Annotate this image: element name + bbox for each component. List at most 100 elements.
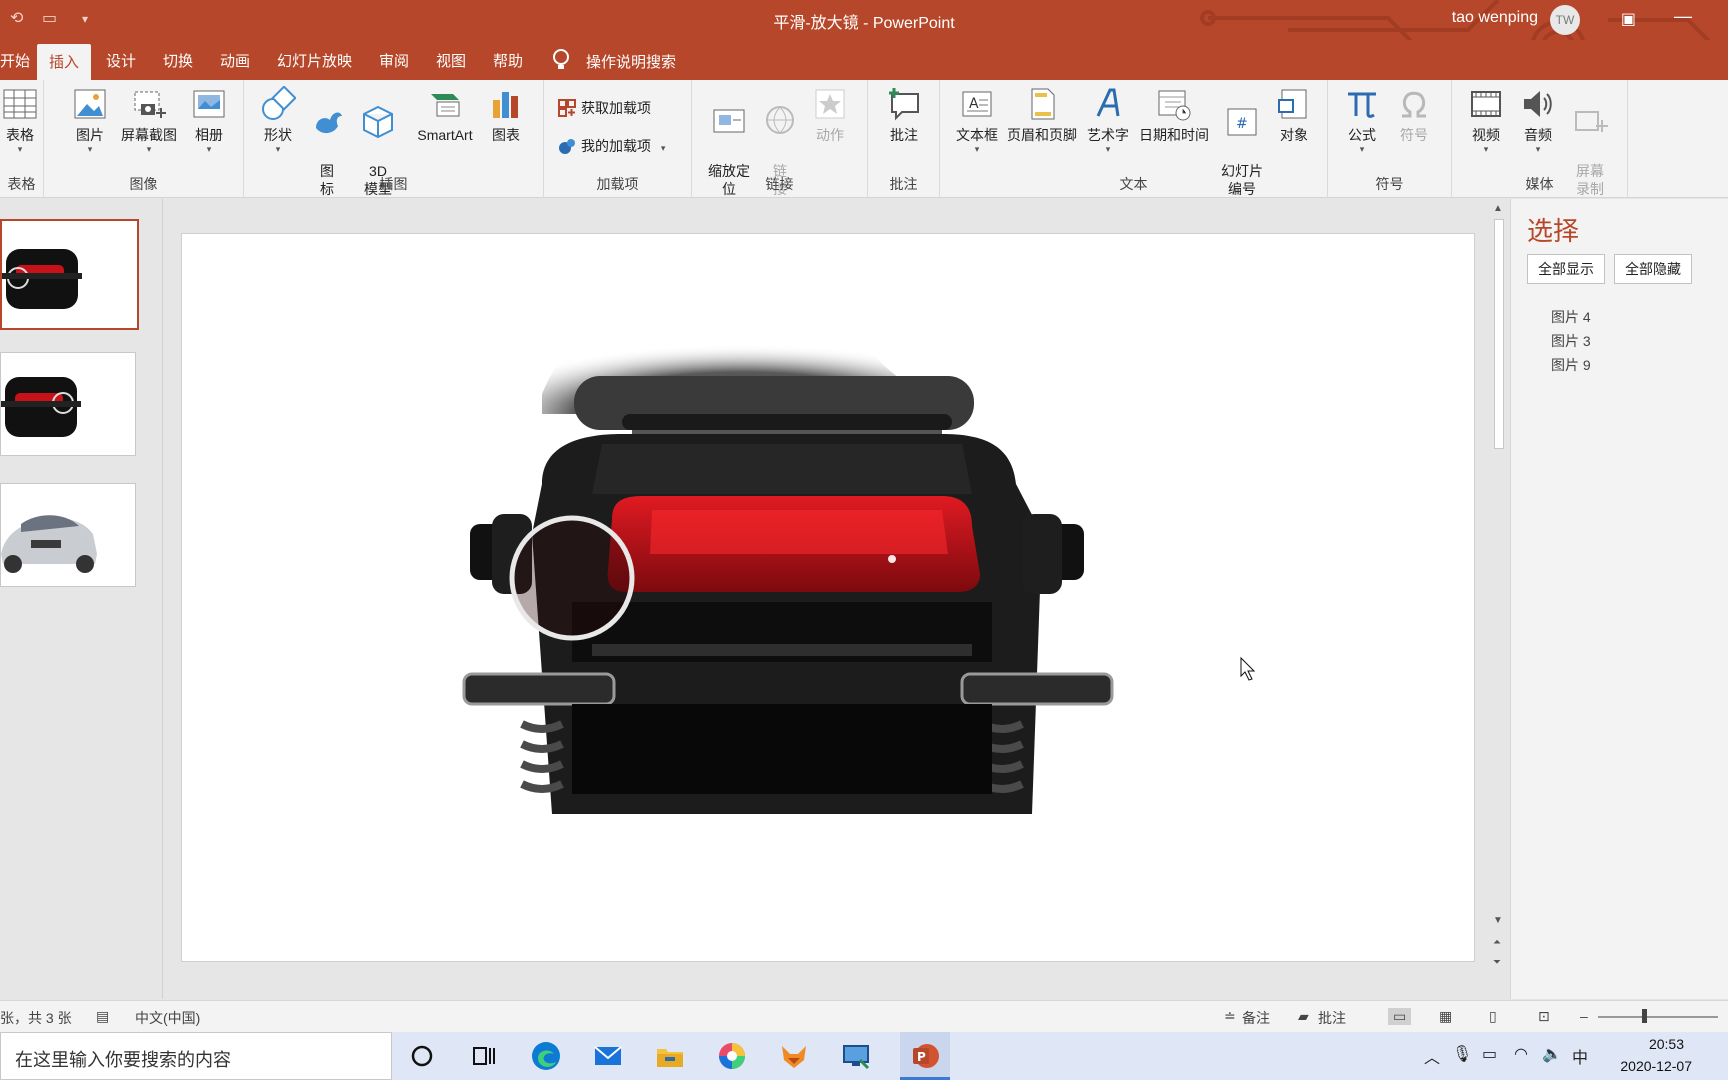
show-all-button[interactable]: 全部显示 <box>1527 254 1605 284</box>
video-label: 视频 <box>1472 127 1500 143</box>
hide-all-button[interactable]: 全部隐藏 <box>1614 254 1692 284</box>
chart-button[interactable]: 图表 <box>486 86 526 144</box>
screenshot-button[interactable]: 屏幕截图 ▾ <box>116 86 182 154</box>
group-tables: 表格 ▾ 表格 <box>0 80 44 198</box>
tab-animations[interactable]: 动画 <box>220 50 250 71</box>
wifi-icon[interactable]: ◠ <box>1514 1044 1528 1064</box>
table-button[interactable]: 表格 ▾ <box>2 86 38 154</box>
symbol-button[interactable]: 符号 <box>1392 86 1436 144</box>
file-explorer-icon[interactable] <box>654 1040 686 1072</box>
chevron-down-icon: ▾ <box>17 144 23 154</box>
chevron-down-icon: ▾ <box>146 144 152 154</box>
action-button[interactable]: 动作 <box>808 86 852 144</box>
smartart-button[interactable]: SmartArt <box>410 86 480 144</box>
notes-icon[interactable]: ≐ <box>1224 1008 1236 1025</box>
zoom-slider-track[interactable] <box>1598 1016 1718 1018</box>
comment-button[interactable]: 批注 <box>882 86 926 144</box>
show-hidden-icons-icon[interactable]: ︿ <box>1424 1044 1440 1068</box>
comments-button[interactable]: 批注 <box>1318 1008 1346 1028</box>
wordart-button[interactable]: 艺术字 ▾ <box>1084 86 1132 154</box>
tab-transitions[interactable]: 切换 <box>163 50 193 71</box>
edge-icon[interactable] <box>530 1040 562 1072</box>
svg-text:#: # <box>1236 116 1248 132</box>
user-name[interactable]: tao wenping <box>1452 9 1538 27</box>
reading-view-icon[interactable]: ▯ <box>1489 1008 1497 1025</box>
slideshow-view-icon[interactable]: ⊡ <box>1538 1008 1550 1025</box>
ribbon-display-options-icon[interactable]: ▣ <box>1621 9 1636 29</box>
taskbar-search[interactable]: 在这里输入你要搜索的内容 <box>0 1032 392 1080</box>
powerpoint-taskbar-button[interactable]: P <box>900 1032 950 1080</box>
cortana-icon[interactable] <box>406 1040 438 1072</box>
selection-object-item[interactable]: 图片 9 <box>1551 355 1591 375</box>
group-label: 插图 <box>379 176 408 192</box>
scrollbar-thumb[interactable] <box>1494 219 1504 449</box>
my-addins-button[interactable]: 我的加载项 ▾ <box>558 136 665 156</box>
scroll-up-icon[interactable]: ▲ <box>1493 203 1503 214</box>
video-button[interactable]: 视频 ▾ <box>1464 86 1508 154</box>
get-addins-button[interactable]: 获取加载项 <box>558 98 651 118</box>
language-indicator[interactable]: 中文(中国) <box>135 1008 200 1028</box>
remote-desktop-icon[interactable] <box>840 1040 872 1072</box>
next-slide-icon[interactable]: ⏷ <box>1493 957 1501 968</box>
tab-help[interactable]: 帮助 <box>493 50 523 71</box>
normal-view-icon[interactable]: ▭ <box>1388 1008 1412 1025</box>
my-addins-label: 我的加载项 <box>581 138 651 154</box>
object-label: 对象 <box>1280 127 1308 143</box>
header-footer-icon <box>1031 88 1055 120</box>
audio-button[interactable]: 音频 ▾ <box>1516 86 1560 154</box>
textbox-button[interactable]: A 文本框 ▾ <box>952 86 1002 154</box>
shapes-icon <box>262 86 296 120</box>
volume-icon[interactable]: 🔈 <box>1542 1044 1562 1064</box>
group-symbols: 公式 ▾ 符号 符号 <box>1328 80 1452 198</box>
slide-canvas[interactable] <box>181 233 1475 962</box>
zoom-slider-thumb[interactable] <box>1642 1009 1647 1023</box>
windows-taskbar: 在这里输入你要搜索的内容 P ︿ 🎙 ▭ ◠ 🔈 中 20:53 2020-12… <box>0 1032 1728 1080</box>
tab-home[interactable]: 开始 <box>0 50 30 71</box>
tell-me-search[interactable]: 操作说明搜索 <box>586 51 676 72</box>
photo-album-button[interactable]: 相册 ▾ <box>187 86 231 154</box>
comments-icon[interactable]: ▰ <box>1298 1008 1309 1025</box>
avatar[interactable]: TW <box>1550 5 1580 35</box>
tab-view[interactable]: 视图 <box>436 50 466 71</box>
header-footer-button[interactable]: 页眉和页脚 <box>1004 86 1080 144</box>
selection-pane: 选择 全部显示 全部隐藏 图片 4 图片 3 图片 9 <box>1510 199 1728 999</box>
slide-thumbnail-1[interactable] <box>0 219 139 330</box>
color-app-icon[interactable] <box>716 1040 748 1072</box>
tab-review[interactable]: 审阅 <box>379 50 409 71</box>
zoom-out-icon[interactable]: – <box>1580 1008 1588 1024</box>
previous-slide-icon[interactable]: ⏶ <box>1493 937 1501 948</box>
selection-object-item[interactable]: 图片 3 <box>1551 331 1591 351</box>
tab-insert[interactable]: 插入 <box>37 44 92 80</box>
picture-icon <box>74 89 106 119</box>
microphone-icon[interactable]: 🎙 <box>1452 1044 1472 1064</box>
fox-app-icon[interactable] <box>778 1040 810 1072</box>
scroll-down-icon[interactable]: ▼ <box>1493 915 1503 926</box>
notes-button[interactable]: 备注 <box>1242 1008 1270 1028</box>
shapes-button[interactable]: 形状 ▾ <box>258 86 298 154</box>
mail-icon[interactable] <box>592 1040 624 1072</box>
cube-icon <box>363 105 393 139</box>
pictures-button[interactable]: 图片 ▾ <box>70 86 110 154</box>
slide-info[interactable]: 张，共 3 张 <box>0 1008 72 1028</box>
slide-sorter-icon[interactable]: ▦ <box>1439 1008 1452 1025</box>
selection-object-item[interactable]: 图片 4 <box>1551 307 1591 327</box>
clock-time[interactable]: 20:53 <box>1649 1036 1684 1052</box>
title-bar: ⟲ ▭ ▾ 平滑-放大镜 - PowerPoint tao wenping TW… <box>0 0 1728 78</box>
tab-slideshow[interactable]: 幻灯片放映 <box>277 50 352 71</box>
equation-button[interactable]: 公式 ▾ <box>1340 86 1384 154</box>
ime-indicator[interactable]: 中 <box>1572 1044 1588 1068</box>
battery-icon[interactable]: ▭ <box>1482 1044 1497 1064</box>
taskbar-search-input[interactable]: 在这里输入你要搜索的内容 <box>15 1046 231 1072</box>
minimize-icon[interactable]: — <box>1674 6 1692 27</box>
clock-date[interactable]: 2020-12-07 <box>1620 1058 1692 1074</box>
object-button[interactable]: 对象 <box>1272 86 1316 144</box>
slide-thumbnail-3[interactable] <box>0 483 136 587</box>
tab-design[interactable]: 设计 <box>106 50 136 71</box>
slide-thumbnail-2[interactable] <box>0 352 136 456</box>
spellcheck-icon[interactable]: ▤ <box>96 1008 109 1025</box>
date-time-button[interactable]: 日期和时间 <box>1136 86 1212 144</box>
scooter-rear-image[interactable] <box>182 234 1475 962</box>
chevron-down-icon: ▾ <box>1105 144 1111 154</box>
slide-scrollbar[interactable]: ▲ ▼ ⏶ ⏷ <box>1490 201 1508 973</box>
task-view-icon[interactable] <box>468 1040 500 1072</box>
